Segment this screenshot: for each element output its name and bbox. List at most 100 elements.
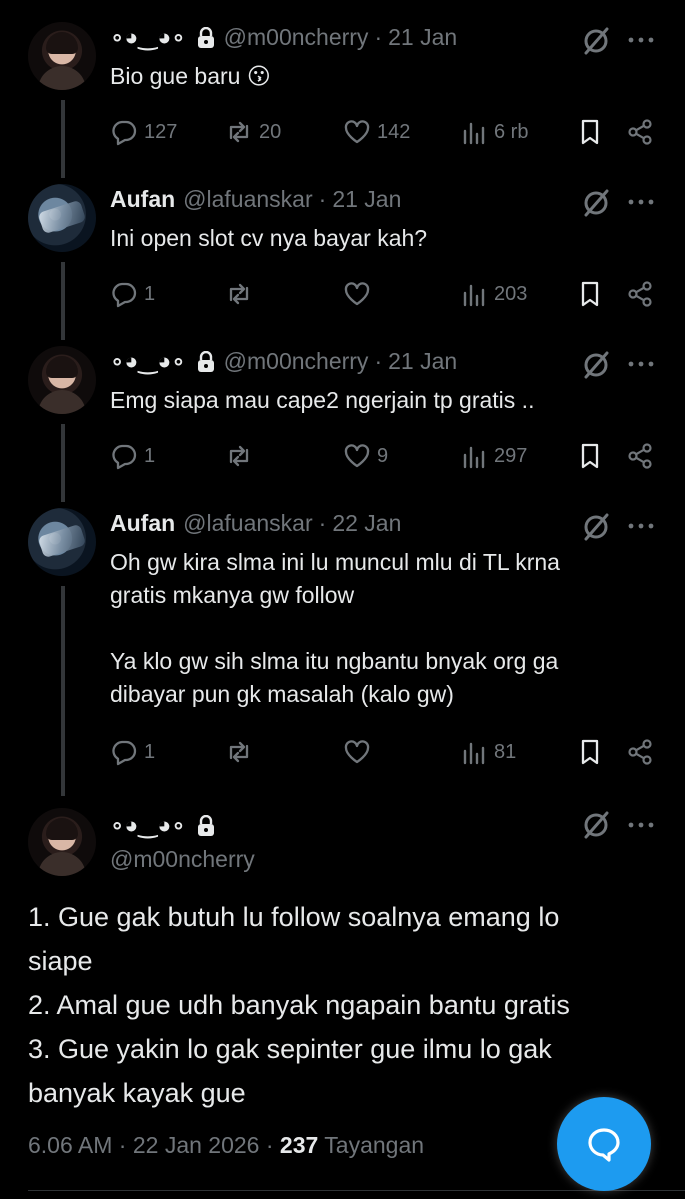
more-dots-icon[interactable] — [626, 30, 656, 50]
bookmark-icon — [581, 443, 599, 469]
reply-count: 1 — [144, 282, 156, 305]
retweet-button[interactable]: 20 — [225, 116, 281, 148]
share-icon — [628, 739, 652, 765]
avatar[interactable] — [28, 22, 96, 90]
main-tweet-handle-row: @m00ncherry — [110, 846, 255, 873]
tweet-date[interactable]: 21 Jan — [332, 186, 401, 213]
like-button[interactable]: 142 — [343, 116, 410, 148]
author-handle[interactable]: @m00ncherry — [110, 846, 255, 873]
reply-icon — [112, 444, 137, 470]
bookmark-button[interactable] — [576, 440, 604, 472]
share-icon — [628, 443, 652, 469]
share-button[interactable] — [626, 440, 654, 472]
views-count: 203 — [494, 282, 528, 305]
more-dots-icon[interactable] — [626, 192, 656, 212]
reply-icon — [112, 282, 137, 308]
author-name[interactable]: Aufan — [110, 186, 175, 213]
retweet-icon — [229, 121, 249, 143]
tweet-text: Emg siapa mau cape2 ngerjain tp gratis .… — [110, 387, 535, 413]
views-button[interactable]: 297 — [460, 440, 527, 472]
tweet-date[interactable]: 21 Jan — [388, 24, 457, 51]
bookmark-icon — [581, 281, 599, 307]
author-name[interactable]: ∘◕‿◕∘ — [110, 348, 186, 375]
like-button[interactable] — [343, 736, 377, 768]
author-handle[interactable]: @m00ncherry — [224, 348, 369, 375]
views-chart-icon — [463, 742, 485, 765]
heart-icon — [344, 740, 370, 764]
bookmark-button[interactable] — [576, 278, 604, 310]
compose-reply-icon — [588, 1128, 620, 1162]
bookmark-button[interactable] — [576, 736, 604, 768]
reply-count: 127 — [144, 120, 178, 143]
lock-icon — [197, 814, 214, 836]
retweet-count: 20 — [259, 120, 282, 143]
grok-icon[interactable] — [581, 810, 611, 840]
views-count: 237 — [279, 1132, 319, 1158]
like-button[interactable] — [343, 278, 377, 310]
author-handle[interactable]: @m00ncherry — [224, 24, 369, 51]
avatar[interactable] — [28, 808, 96, 876]
share-button[interactable] — [626, 278, 654, 310]
share-icon — [628, 281, 652, 307]
author-handle[interactable]: @lafuanskar — [183, 510, 312, 537]
action-bar: 1 81 — [110, 736, 670, 768]
views-count: 81 — [494, 740, 517, 763]
tweet-date[interactable]: 22 Jan 2026 — [133, 1132, 260, 1158]
reply-count: 1 — [144, 740, 156, 763]
more-dots-icon[interactable] — [626, 815, 656, 835]
views-count: 6 rb — [494, 120, 529, 143]
share-button[interactable] — [626, 736, 654, 768]
grok-icon[interactable] — [581, 26, 611, 56]
avatar[interactable] — [28, 346, 96, 414]
more-dots-icon[interactable] — [626, 354, 656, 374]
author-name[interactable]: ∘◕‿◕∘ — [110, 24, 186, 51]
like-count: 142 — [377, 120, 411, 143]
reply-button[interactable]: 1 — [110, 440, 155, 472]
views-button[interactable]: 203 — [460, 278, 527, 310]
bookmark-icon — [581, 119, 599, 145]
more-dots-icon[interactable] — [626, 516, 656, 536]
tweet-date[interactable]: 22 Jan — [332, 510, 401, 537]
avatar[interactable] — [28, 508, 96, 576]
views-label: Tayangan — [324, 1132, 425, 1158]
heart-icon — [344, 444, 370, 468]
divider — [28, 1190, 685, 1191]
reply-button[interactable]: 1 — [110, 278, 155, 310]
share-icon — [628, 119, 652, 145]
tweet-header: Aufan @lafuanskar · 21 Jan — [110, 186, 401, 213]
thread-connector-3 — [61, 424, 65, 502]
author-name[interactable]: Aufan — [110, 510, 175, 537]
retweet-icon — [229, 741, 249, 763]
tweet-time[interactable]: 6.06 AM — [28, 1132, 112, 1158]
grok-icon[interactable] — [581, 188, 611, 218]
header-separator: · — [374, 24, 383, 50]
retweet-button[interactable] — [225, 736, 259, 768]
thread-connector-1 — [61, 100, 65, 178]
lock-icon — [197, 350, 214, 372]
retweet-button[interactable] — [225, 440, 259, 472]
author-name[interactable]: ∘◕‿◕∘ — [110, 812, 186, 839]
views-button[interactable]: 6 rb — [460, 116, 528, 148]
grok-icon[interactable] — [581, 350, 611, 380]
reply-button[interactable]: 1 — [110, 736, 155, 768]
like-button[interactable]: 9 — [343, 440, 388, 472]
thread-connector-2 — [61, 262, 65, 340]
views-button[interactable]: 81 — [460, 736, 516, 768]
compose-reply-button[interactable] — [557, 1097, 651, 1191]
retweet-button[interactable] — [225, 278, 259, 310]
views-count: 297 — [494, 444, 528, 467]
action-bar: 127 20 142 6 rb — [110, 116, 670, 148]
tweet-date[interactable]: 21 Jan — [388, 348, 457, 375]
reply-icon — [112, 120, 137, 146]
main-tweet-header: ∘◕‿◕∘ — [110, 812, 216, 839]
grok-icon[interactable] — [581, 512, 611, 542]
lock-icon — [197, 26, 214, 48]
share-button[interactable] — [626, 116, 654, 148]
reply-button[interactable]: 127 — [110, 116, 177, 148]
main-tweet-text: 1. Gue gak butuh lu follow soalnya emang… — [28, 902, 570, 1108]
avatar[interactable] — [28, 184, 96, 252]
author-handle[interactable]: @lafuanskar — [183, 186, 312, 213]
bookmark-button[interactable] — [576, 116, 604, 148]
header-separator: · — [318, 510, 327, 536]
tweet-header: Aufan @lafuanskar · 22 Jan — [110, 510, 401, 537]
